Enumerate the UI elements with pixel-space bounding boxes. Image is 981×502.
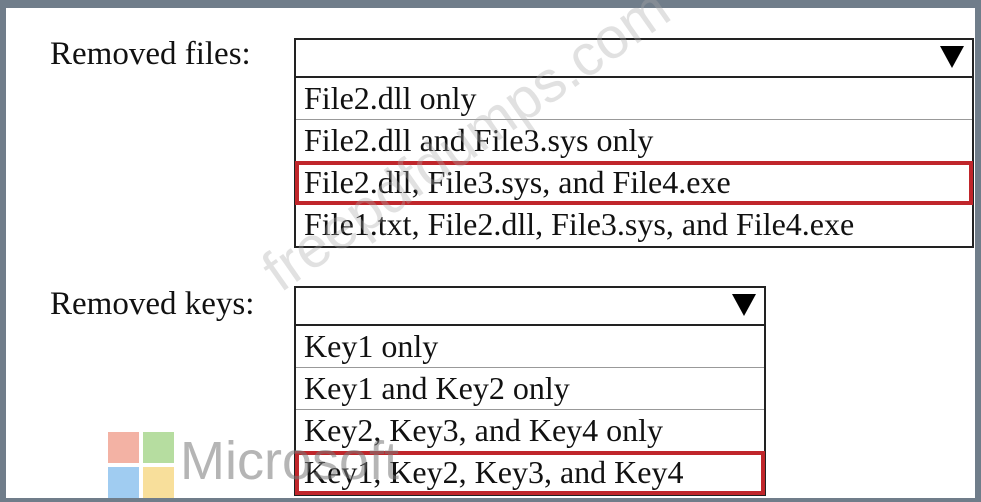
- logo-square-green: [143, 432, 174, 463]
- chevron-down-icon[interactable]: [732, 294, 756, 316]
- logo-square-blue: [108, 467, 139, 498]
- key-option-3[interactable]: Key2, Key3, and Key4 only: [296, 410, 764, 452]
- removed-keys-options: Key1 only Key1 and Key2 only Key2, Key3,…: [294, 326, 766, 496]
- removed-files-dropdown[interactable]: [294, 38, 974, 78]
- chevron-down-icon[interactable]: [940, 46, 964, 68]
- removed-files-label: Removed files:: [50, 36, 251, 72]
- logo-square-red: [108, 432, 139, 463]
- key-option-2[interactable]: Key1 and Key2 only: [296, 368, 764, 410]
- microsoft-logo-icon: [108, 432, 174, 498]
- file-option-1[interactable]: File2.dll only: [296, 78, 972, 120]
- answer-area: Removed files: File2.dll only File2.dll …: [0, 0, 981, 502]
- removed-keys-dropdown[interactable]: [294, 286, 766, 326]
- file-option-3-selected[interactable]: File2.dll, File3.sys, and File4.exe: [295, 161, 973, 205]
- file-option-4[interactable]: File1.txt, File2.dll, File3.sys, and Fil…: [296, 204, 972, 246]
- removed-files-options: File2.dll only File2.dll and File3.sys o…: [294, 78, 974, 248]
- file-option-2[interactable]: File2.dll and File3.sys only: [296, 120, 972, 162]
- key-option-4-selected[interactable]: Key1, Key2, Key3, and Key4: [295, 451, 765, 495]
- key-option-1[interactable]: Key1 only: [296, 326, 764, 368]
- logo-square-yellow: [143, 467, 174, 498]
- removed-keys-label: Removed keys:: [50, 286, 255, 322]
